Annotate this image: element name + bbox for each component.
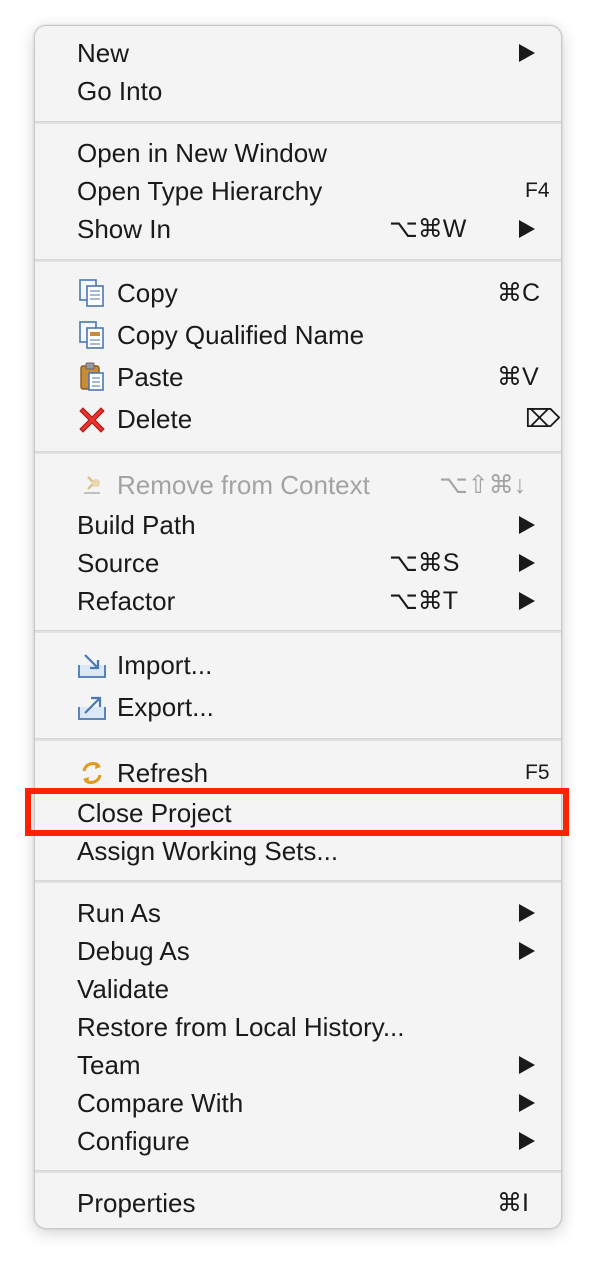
menu-separator (35, 738, 561, 741)
menu-item-assign-working-sets[interactable]: Assign Working Sets... (35, 832, 561, 870)
menu-item-label: Assign Working Sets... (77, 836, 339, 866)
menu-item-label: Refactor (77, 586, 176, 616)
menu-item-label: Build Path (77, 510, 196, 540)
submenu-arrow-icon (519, 516, 535, 534)
menu-item-shortcut: ⌥⇧⌘↓ (439, 471, 527, 499)
menu-item-copy[interactable]: Copy ⌘C (35, 272, 561, 314)
menu-item-label: Import... (117, 650, 213, 680)
menu-item-label: Copy Qualified Name (117, 320, 365, 350)
menu-item-show-in[interactable]: Show In ⌥⌘W (35, 210, 561, 248)
menu-item-label: Properties (77, 1188, 196, 1218)
menu-item-export[interactable]: Export... (35, 686, 561, 728)
menu-item-restore-from-local-history[interactable]: Restore from Local History... (35, 1008, 561, 1046)
menu-item-label: Configure (77, 1126, 190, 1156)
remove-from-context-icon (77, 470, 107, 500)
submenu-arrow-icon (519, 592, 535, 610)
menu-item-label: Copy (117, 278, 178, 308)
refresh-icon (77, 758, 107, 788)
delete-icon (77, 404, 107, 434)
menu-item-shortcut: ⌥⌘W (389, 215, 467, 243)
submenu-arrow-icon (519, 554, 535, 572)
copy-icon (77, 278, 107, 308)
menu-item-shortcut: ⌥⌘T (389, 587, 459, 615)
menu-item-label: Debug As (77, 936, 190, 966)
menu-separator (35, 451, 561, 454)
menu-item-shortcut: F5 (525, 761, 550, 784)
menu-item-label: Team (77, 1050, 141, 1080)
menu-item-source[interactable]: Source ⌥⌘S (35, 544, 561, 582)
menu-item-label: Refresh (117, 758, 209, 788)
menu-item-delete[interactable]: Delete ⌦ (35, 398, 561, 440)
menu-item-label: Delete (117, 404, 193, 434)
menu-item-shortcut: ⌦ (525, 405, 561, 433)
menu-item-label: Source (77, 548, 160, 578)
menu-item-label: Validate (77, 974, 170, 1004)
menu-separator (35, 121, 561, 124)
submenu-arrow-icon (519, 904, 535, 922)
menu-item-new[interactable]: New (35, 34, 561, 72)
submenu-arrow-icon (519, 1132, 535, 1150)
menu-item-label: Go Into (77, 76, 163, 106)
menu-item-refactor[interactable]: Refactor ⌥⌘T (35, 582, 561, 620)
menu-item-label: Restore from Local History... (77, 1012, 405, 1042)
menu-separator (35, 630, 561, 633)
menu-item-label: Open in New Window (77, 138, 327, 168)
submenu-arrow-icon (519, 1056, 535, 1074)
menu-item-label: Remove from Context (117, 470, 370, 500)
export-icon (77, 692, 107, 722)
submenu-arrow-icon (519, 220, 535, 238)
menu-item-validate[interactable]: Validate (35, 970, 561, 1008)
menu-item-properties[interactable]: Properties ⌘I (35, 1184, 561, 1222)
menu-item-compare-with[interactable]: Compare With (35, 1084, 561, 1122)
menu-item-refresh[interactable]: Refresh F5 (35, 754, 561, 792)
menu-item-build-path[interactable]: Build Path (35, 506, 561, 544)
import-icon (77, 650, 107, 680)
menu-separator (35, 880, 561, 883)
menu-item-label: Show In (77, 214, 171, 244)
menu-item-configure[interactable]: Configure (35, 1122, 561, 1160)
menu-item-import[interactable]: Import... (35, 644, 561, 686)
submenu-arrow-icon (519, 942, 535, 960)
menu-item-open-type-hierarchy[interactable]: Open Type Hierarchy F4 (35, 172, 561, 210)
menu-item-label: Export... (117, 692, 214, 722)
menu-item-label: New (77, 38, 130, 68)
menu-item-open-in-new-window[interactable]: Open in New Window (35, 134, 561, 172)
menu-separator (35, 1170, 561, 1173)
menu-item-shortcut: ⌘C (497, 279, 541, 307)
menu-item-shortcut: ⌘I (497, 1189, 529, 1217)
menu-item-remove-from-context: Remove from Context ⌥⇧⌘↓ (35, 466, 561, 504)
menu-item-label: Paste (117, 362, 184, 392)
paste-icon (77, 362, 107, 392)
menu-item-go-into[interactable]: Go Into (35, 72, 561, 110)
menu-item-run-as[interactable]: Run As (35, 894, 561, 932)
menu-item-label: Run As (77, 898, 161, 928)
submenu-arrow-icon (519, 1094, 535, 1112)
menu-item-copy-qualified-name[interactable]: Copy Qualified Name (35, 314, 561, 356)
menu-item-paste[interactable]: Paste ⌘V (35, 356, 561, 398)
menu-item-shortcut: F4 (525, 179, 550, 202)
menu-item-label: Open Type Hierarchy (77, 176, 323, 206)
highlight-box (25, 788, 569, 836)
submenu-arrow-icon (519, 44, 535, 62)
menu-item-debug-as[interactable]: Debug As (35, 932, 561, 970)
menu-separator (35, 259, 561, 262)
menu-item-shortcut: ⌥⌘S (389, 549, 460, 577)
menu-item-shortcut: ⌘V (497, 363, 539, 391)
menu-item-team[interactable]: Team (35, 1046, 561, 1084)
menu-item-label: Compare With (77, 1088, 244, 1118)
copy-qualified-name-icon (77, 320, 107, 350)
context-menu: New Go Into Open in New Window Open Type… (34, 25, 562, 1229)
